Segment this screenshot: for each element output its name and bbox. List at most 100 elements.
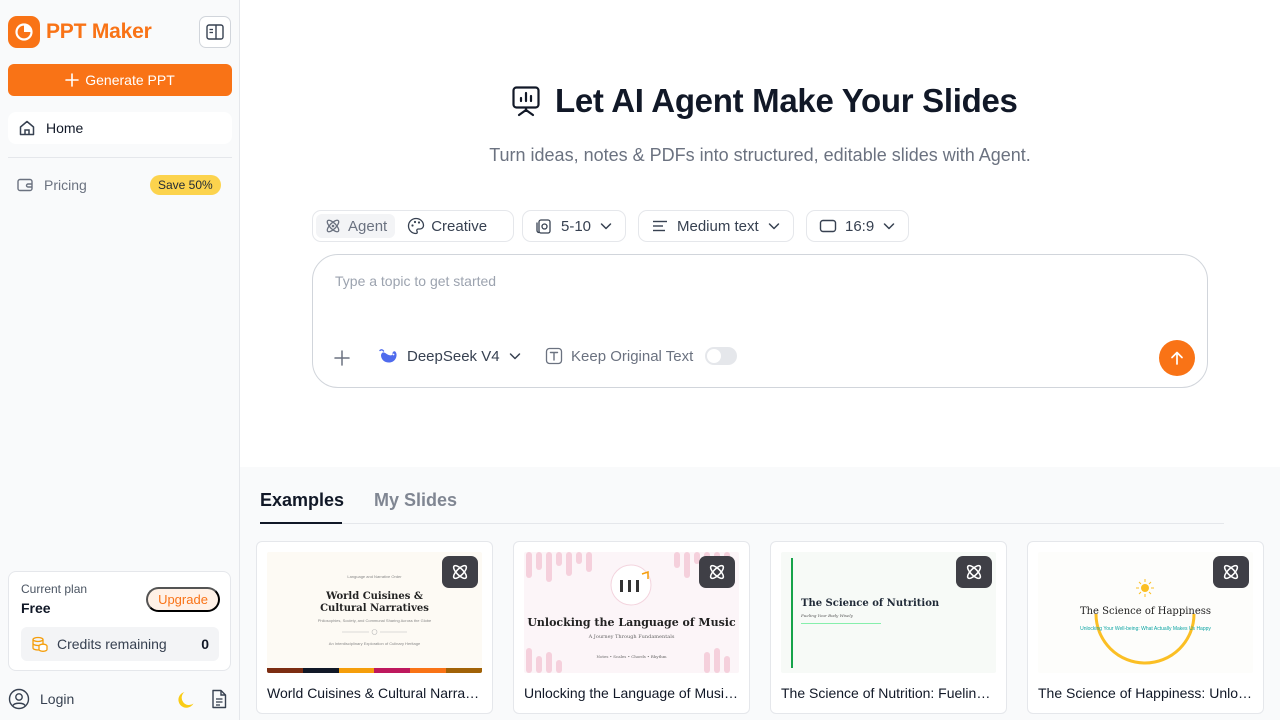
mode-label: Agent: [348, 217, 388, 235]
example-card[interactable]: The Science of Nutrition Fueling Your Bo…: [770, 541, 1007, 714]
credits-label: Credits remaining: [57, 636, 167, 652]
topic-input[interactable]: [335, 273, 1155, 289]
thumb-subtitle: Fueling Your Body Wisely: [801, 613, 853, 618]
login-button[interactable]: Login: [8, 688, 74, 710]
home-icon: [19, 120, 35, 136]
plan-value: Free: [21, 600, 51, 616]
example-caption: The Science of Happiness: Unlocking Your…: [1038, 685, 1254, 701]
agent-badge: [956, 556, 992, 588]
aspect-ratio-select[interactable]: 16:9: [806, 210, 910, 242]
text-amount-select[interactable]: Medium text: [638, 210, 794, 242]
active-tab-indicator: [260, 522, 342, 524]
plus-icon: [65, 73, 80, 87]
atom-icon: [966, 564, 982, 580]
thumb-footer: An Interdisciplinary Exploration of Culi…: [328, 641, 421, 646]
thumb-subtitle: Unlocking Your Well-being: What Actually…: [1080, 626, 1211, 632]
presentation-icon: [512, 86, 540, 117]
example-card[interactable]: Language and Narrative Order World Cuisi…: [256, 541, 493, 714]
keep-original-text-label: Keep Original Text: [571, 347, 694, 365]
agent-badge: [1213, 556, 1249, 588]
thumb-subtitle: Philosophies, Society, and Communal Shar…: [317, 618, 432, 623]
tabs-divider: [260, 523, 1224, 524]
mode-creative-button[interactable]: Creative: [399, 214, 495, 238]
keep-original-text-option: Keep Original Text: [545, 347, 738, 365]
generate-ppt-label: Generate PPT: [85, 72, 175, 88]
sidebar: PPT Maker Generate PPT Home Pricing Save…: [0, 0, 240, 720]
text-lines-icon: [653, 220, 667, 232]
slide-count-select[interactable]: 5-10: [522, 210, 627, 242]
arrow-up-icon: [1171, 351, 1183, 365]
chevron-down-icon: [883, 223, 895, 230]
mode-label: Creative: [431, 217, 488, 235]
example-caption: The Science of Nutrition: Fueling Your B…: [781, 685, 997, 701]
page-title-text: Let AI Agent Make Your Slides: [555, 82, 1018, 119]
plan-card: Current plan Free Upgrade Credits remain…: [8, 571, 231, 671]
keep-original-text-toggle[interactable]: [705, 347, 738, 365]
aspect-ratio-icon: [819, 219, 837, 233]
credits-remaining: Credits remaining 0: [21, 627, 219, 661]
agent-badge: [442, 556, 478, 588]
text-format-icon: [545, 347, 563, 365]
sidebar-toggle-icon: [206, 24, 224, 40]
thumb-footer: Notes • Scales • Chords • Rhythm: [596, 654, 667, 659]
user-circle-icon: [8, 688, 30, 710]
brand[interactable]: PPT Maker: [8, 16, 152, 48]
coins-icon: [32, 636, 48, 652]
plus-icon: [334, 350, 350, 366]
thumb-title-line: World Cuisines &: [326, 591, 423, 602]
document-icon[interactable]: [208, 688, 230, 715]
example-caption: World Cuisines & Cultural Narratives: Ph…: [267, 685, 483, 701]
thumb-subtitle: A Journey Through Fundamentals: [588, 634, 675, 640]
example-card[interactable]: The Science of Happiness Unlocking Your …: [1027, 541, 1264, 714]
mode-switcher: Agent Creative: [312, 210, 514, 242]
thumb-title: Unlocking the Language of Music: [527, 616, 736, 629]
sidebar-divider: [8, 157, 232, 158]
underline-rule: [801, 623, 881, 624]
sidebar-item-label: Home: [46, 120, 84, 136]
tab-examples[interactable]: Examples: [260, 490, 344, 511]
slide-count-value: 5-10: [561, 217, 592, 235]
model-select[interactable]: DeepSeek V4: [379, 347, 522, 365]
aspect-ratio-value: 16:9: [845, 217, 875, 235]
page-title: Let AI Agent Make Your Slides: [511, 82, 1018, 120]
save-badge: Save 50%: [150, 175, 221, 195]
palette-icon: [408, 217, 425, 235]
tab-my-slides[interactable]: My Slides: [374, 490, 457, 511]
thumb-title: The Science of Happiness: [1079, 606, 1212, 617]
example-card[interactable]: Unlocking the Language of Music A Journe…: [513, 541, 750, 714]
sidebar-item-label: Pricing: [44, 177, 87, 193]
example-caption: Unlocking the Language of Music: A Journ…: [524, 685, 740, 701]
slides-stack-icon: [536, 219, 551, 234]
chevron-down-icon: [768, 223, 779, 230]
chevron-down-icon: [509, 353, 520, 360]
upgrade-button[interactable]: Upgrade: [146, 587, 220, 612]
accent-rule: [791, 558, 793, 668]
page-subtitle: Turn ideas, notes & PDFs into structured…: [489, 145, 1031, 165]
text-amount-value: Medium text: [677, 217, 759, 235]
theme-toggle-moon-icon[interactable]: [176, 689, 198, 716]
login-label: Login: [40, 691, 75, 707]
mode-agent-button[interactable]: Agent: [316, 214, 396, 238]
atom-icon: [1223, 564, 1239, 580]
wallet-icon: [17, 178, 33, 192]
brand-name: PPT Maker: [46, 20, 152, 43]
credits-count: 0: [201, 636, 209, 652]
generate-ppt-button[interactable]: Generate PPT: [8, 64, 232, 96]
model-value: DeepSeek V4: [407, 347, 500, 365]
sidebar-item-home[interactable]: Home: [8, 112, 232, 144]
deepseek-whale-icon: [379, 349, 397, 363]
thumb-title: World Cuisines & Cultural Narratives: [267, 591, 482, 615]
attach-button[interactable]: [331, 347, 353, 369]
plan-label: Current plan: [21, 582, 88, 596]
brand-logo-icon: [8, 16, 40, 48]
atom-icon: [709, 564, 725, 580]
collapse-sidebar-button[interactable]: [199, 16, 231, 48]
agent-badge: [699, 556, 735, 588]
prompt-box: DeepSeek V4 Keep Original Text: [312, 254, 1208, 388]
ornament-divider-icon: [342, 629, 407, 635]
thumb-title: The Science of Nutrition: [801, 598, 940, 609]
send-button[interactable]: [1159, 340, 1195, 376]
thumb-title-line: Cultural Narratives: [320, 603, 429, 614]
color-band: [267, 668, 482, 673]
chevron-down-icon: [600, 223, 612, 230]
